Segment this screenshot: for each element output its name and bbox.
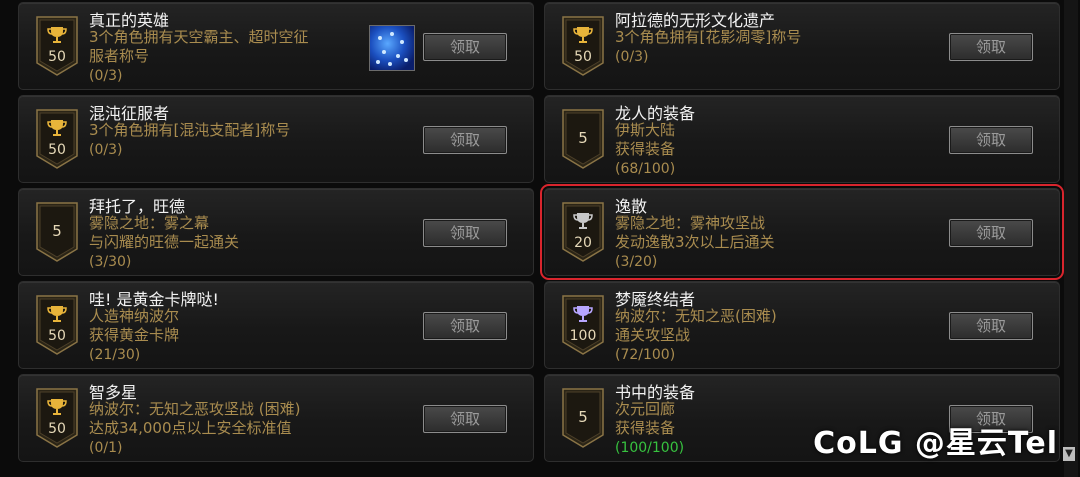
achievement-description: 3个角色拥有[混沌支配者]称号 xyxy=(89,121,291,139)
achievement-progress: (0/1) xyxy=(89,440,123,456)
claim-button[interactable]: 领取 xyxy=(423,312,507,340)
achievement-card: 5 龙人的装备 伊斯大陆 获得装备 (68/100) 领取 xyxy=(544,95,1060,183)
achievement-description: 与闪耀的旺德一起通关 xyxy=(89,233,240,251)
claim-button[interactable]: 领取 xyxy=(423,33,507,61)
points-value: 50 xyxy=(48,142,66,158)
achievement-card: 20 逸散 雾隐之地：雾神攻坚战 发动逸散3次以上后通关 (3/20) 领取 xyxy=(540,184,1064,280)
achievement-progress: (3/20) xyxy=(615,254,658,270)
points-shield-icon: 50 xyxy=(35,387,79,449)
scroll-down-arrow[interactable]: ▼ xyxy=(1063,447,1075,461)
achievement-description: 3个角色拥有天空霸主、超时空征 xyxy=(89,28,309,46)
achievement-description: 伊斯大陆 xyxy=(615,121,676,139)
achievement-progress: (72/100) xyxy=(615,347,676,363)
achievement-card: 50 真正的英雄 3个角色拥有天空霸主、超时空征 服者称号 (0/3) 领取 xyxy=(18,2,534,90)
claim-button[interactable]: 领取 xyxy=(423,219,507,247)
claim-button[interactable]: 领取 xyxy=(949,126,1033,154)
achievement-card: 50 混沌征服者 3个角色拥有[混沌支配者]称号 (0/3) 领取 xyxy=(18,95,534,183)
scrollbar[interactable]: ▼ xyxy=(1063,0,1078,477)
achievement-card: 50 哇! 是黄金卡牌哒! 人造神纳波尔 获得黄金卡牌 (21/30) 领取 xyxy=(18,281,534,369)
achievement-progress: (21/30) xyxy=(89,347,141,363)
claim-button[interactable]: 领取 xyxy=(949,33,1033,61)
achievement-description: 通关攻坚战 xyxy=(615,326,691,344)
points-shield-icon: 5 xyxy=(561,108,605,170)
claim-button[interactable]: 领取 xyxy=(949,219,1033,247)
achievement-description: 纳波尔：无知之恶(困难) xyxy=(615,307,777,325)
achievement-card: 50 智多星 纳波尔：无知之恶攻坚战 (困难) 达成34,000点以上安全标准值 (0/… xyxy=(18,374,534,462)
achievement-description: 人造神纳波尔 xyxy=(89,307,180,325)
points-shield-icon: 50 xyxy=(35,15,79,77)
achievement-card: 100 梦魇终结者 纳波尔：无知之恶(困难) 通关攻坚战 (72/100) 领取 xyxy=(544,281,1060,369)
points-value: 5 xyxy=(578,408,588,426)
achievement-progress: (3/30) xyxy=(89,254,132,270)
points-value: 50 xyxy=(574,49,592,65)
achievement-description: 达成34,000点以上安全标准值 xyxy=(89,419,292,437)
achievement-progress: (0/3) xyxy=(615,49,649,65)
points-value: 5 xyxy=(52,222,62,240)
achievement-description: 发动逸散3次以上后通关 xyxy=(615,233,775,251)
achievement-description: 3个角色拥有[花影凋零]称号 xyxy=(615,28,802,46)
achievement-progress: (0/3) xyxy=(89,68,123,84)
achievement-progress: (100/100) xyxy=(615,440,685,456)
points-shield-icon: 50 xyxy=(35,108,79,170)
achievement-description: 雾隐之地：雾之幕 xyxy=(89,214,210,232)
achievement-description: 服者称号 xyxy=(89,47,150,65)
achievement-description: 次元回廊 xyxy=(615,400,676,418)
points-shield-icon: 5 xyxy=(561,387,605,449)
claim-button[interactable]: 领取 xyxy=(949,312,1033,340)
reward-item-icon[interactable] xyxy=(369,25,415,71)
points-shield-icon: 20 xyxy=(561,201,605,263)
points-shield-icon: 50 xyxy=(561,15,605,77)
points-shield-icon: 100 xyxy=(561,294,605,356)
points-shield-icon: 50 xyxy=(35,294,79,356)
achievement-card: 50 阿拉德的无形文化遗产 3个角色拥有[花影凋零]称号 (0/3) 领取 xyxy=(544,2,1060,90)
claim-button[interactable]: 领取 xyxy=(423,405,507,433)
achievement-description: 获得装备 xyxy=(615,140,676,158)
achievement-progress: (0/3) xyxy=(89,142,123,158)
points-value: 50 xyxy=(48,328,66,344)
points-value: 5 xyxy=(578,129,588,147)
achievement-grid: 50 真正的英雄 3个角色拥有天空霸主、超时空征 服者称号 (0/3) 领取 50 阿拉德的无… xyxy=(18,0,1064,477)
achievement-description: 雾隐之地：雾神攻坚战 xyxy=(615,214,766,232)
watermark: CoLG @星云Tel xyxy=(813,426,1058,461)
points-shield-icon: 5 xyxy=(35,201,79,263)
claim-button[interactable]: 领取 xyxy=(423,126,507,154)
achievement-description: 获得黄金卡牌 xyxy=(89,326,180,344)
points-value: 50 xyxy=(48,421,66,437)
achievement-progress: (68/100) xyxy=(615,161,676,177)
points-value: 20 xyxy=(574,235,592,251)
points-value: 50 xyxy=(48,49,66,65)
points-value: 100 xyxy=(569,328,597,344)
achievement-card: 5 拜托了，旺德 雾隐之地：雾之幕 与闪耀的旺德一起通关 (3/30) 领取 xyxy=(18,188,534,276)
achievement-description: 纳波尔：无知之恶攻坚战 (困难) xyxy=(89,400,301,418)
